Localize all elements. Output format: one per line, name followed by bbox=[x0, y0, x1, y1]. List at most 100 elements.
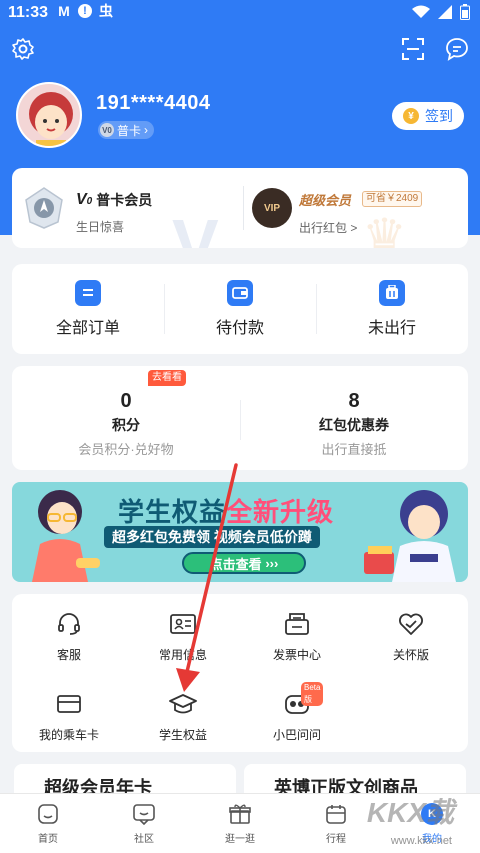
wallet-icon bbox=[227, 280, 253, 306]
orders-card: 全部订单 待付款 未出行 bbox=[12, 264, 468, 354]
tab-community[interactable]: 社区 bbox=[96, 794, 192, 853]
community-icon bbox=[132, 802, 156, 826]
coupons-subtitle: 出行直接抵 bbox=[321, 442, 387, 457]
not-traveled-button[interactable]: 未出行 bbox=[316, 264, 468, 354]
pending-payment-button[interactable]: 待付款 bbox=[164, 264, 316, 354]
tab-explore-label: 逛一逛 bbox=[225, 834, 255, 845]
standard-member-label: 普卡会员 bbox=[96, 192, 153, 208]
heart-icon bbox=[397, 610, 425, 638]
invoice-center-label: 发票中心 bbox=[272, 648, 321, 662]
scan-icon bbox=[402, 38, 424, 60]
gear-icon bbox=[12, 38, 34, 60]
assistant-label: 小巴问问 bbox=[272, 728, 321, 742]
banner-subtitle: 超多红包免费领 视频会员低价蹲 bbox=[104, 526, 320, 548]
student-benefits-banner[interactable]: 学生权益全新升级 超多红包免费领 视频会员低价蹲 点击查看 ››› bbox=[12, 482, 468, 582]
banner-title: 学生权益全新升级 bbox=[118, 497, 335, 527]
tab-explore[interactable]: 逛一逛 bbox=[192, 794, 288, 853]
gmail-icon: M bbox=[58, 3, 70, 19]
go-see-badge: 去看看 bbox=[148, 370, 186, 386]
graduation-cap-icon bbox=[169, 690, 197, 718]
points-value: 0 bbox=[120, 390, 132, 412]
vip-crown-icon: VIP bbox=[252, 188, 292, 228]
student-benefits-button[interactable]: 学生权益 bbox=[126, 690, 240, 743]
points-label: 积分 bbox=[112, 417, 140, 433]
v0-medal-icon bbox=[25, 187, 63, 229]
care-mode-button[interactable]: 关怀版 bbox=[354, 610, 468, 663]
card-icon bbox=[55, 690, 83, 718]
system-icons bbox=[412, 4, 470, 20]
tab-home-label: 首页 bbox=[38, 834, 58, 845]
points-card: 去看看 0 积分 会员积分·兑好物 8 红包优惠券 出行直接抵 bbox=[12, 366, 468, 470]
not-traveled-label: 未出行 bbox=[367, 320, 416, 337]
pending-payment-label: 待付款 bbox=[215, 320, 264, 337]
id-card-icon bbox=[169, 610, 197, 638]
common-info-button[interactable]: 常用信息 bbox=[126, 610, 240, 663]
invoice-icon bbox=[283, 610, 311, 638]
headset-icon bbox=[55, 610, 83, 638]
wifi-icon bbox=[412, 5, 430, 18]
coupons-label: 红包优惠券 bbox=[319, 417, 389, 433]
v0-badge-icon: V0 bbox=[100, 123, 114, 137]
assistant-button[interactable]: Beta版 小巴问问 bbox=[240, 682, 354, 743]
home-icon bbox=[36, 802, 60, 826]
savings-badge: 可省￥2409 bbox=[362, 191, 423, 207]
scan-button[interactable] bbox=[400, 36, 426, 62]
common-info-label: 常用信息 bbox=[158, 648, 207, 662]
checkin-button[interactable]: ¥ 签到 bbox=[392, 102, 464, 130]
divider bbox=[243, 186, 244, 230]
calendar-icon bbox=[324, 802, 348, 826]
transit-card-button[interactable]: 我的乘车卡 bbox=[12, 690, 126, 743]
robot-icon: Beta版 bbox=[283, 682, 324, 718]
student-benefits-label: 学生权益 bbox=[158, 728, 207, 742]
super-member-title: 超级会员 bbox=[299, 193, 352, 208]
chevron-right-icon: › bbox=[144, 123, 149, 137]
girl-illustration-icon bbox=[32, 490, 100, 582]
notification-icons: M ! 虫 bbox=[56, 3, 114, 19]
customer-service-button[interactable]: 客服 bbox=[12, 610, 126, 663]
banner-view-label: 点击查看 bbox=[209, 556, 262, 572]
v0-mark: V0 bbox=[76, 191, 93, 208]
checkin-label: 签到 bbox=[425, 108, 453, 124]
alert-icon: ! bbox=[78, 4, 92, 18]
settings-button[interactable] bbox=[10, 36, 36, 62]
gift-icon bbox=[228, 802, 252, 826]
status-time: 11:33 bbox=[8, 4, 49, 21]
member-level-tag[interactable]: V0 普卡 › bbox=[98, 121, 155, 139]
triple-chevron-icon: ››› bbox=[265, 555, 279, 571]
member-level-label: 普卡 bbox=[117, 123, 142, 138]
battery-icon bbox=[460, 4, 470, 20]
coupons-value: 8 bbox=[348, 390, 360, 412]
all-orders-button[interactable]: 全部订单 bbox=[12, 264, 164, 354]
luggage-icon bbox=[379, 280, 405, 306]
beta-badge: Beta版 bbox=[301, 682, 324, 706]
coin-icon: ¥ bbox=[403, 108, 419, 124]
crown-watermark-icon: ♛ bbox=[362, 209, 407, 248]
boy-illustration-icon bbox=[364, 490, 456, 582]
site-watermark: KKX载 bbox=[366, 797, 454, 828]
standard-member-title: V0 普卡会员 bbox=[76, 190, 152, 210]
bug-icon: 虫 bbox=[99, 3, 113, 19]
all-orders-label: 全部订单 bbox=[55, 320, 120, 337]
list-icon bbox=[75, 280, 101, 306]
banner-view-button[interactable]: 点击查看 ››› bbox=[182, 552, 306, 574]
member-card: V ♛ V0 普卡会员 生日惊喜 VIP 超级会员 可省￥2409 出行红包 > bbox=[12, 168, 468, 248]
care-mode-label: 关怀版 bbox=[392, 648, 429, 662]
message-button[interactable] bbox=[444, 36, 470, 62]
transit-card-label: 我的乘车卡 bbox=[38, 728, 99, 742]
user-phone: 191****4404 bbox=[96, 92, 211, 114]
signal-icon bbox=[438, 5, 452, 19]
customer-service-label: 客服 bbox=[56, 648, 81, 662]
watermark-url: www.kkx.net bbox=[390, 835, 452, 847]
avatar[interactable] bbox=[16, 82, 82, 148]
standard-member-benefit: 生日惊喜 bbox=[76, 220, 125, 234]
super-member-benefit: 出行红包 > bbox=[299, 221, 358, 235]
chat-bubble-icon bbox=[446, 38, 468, 61]
coupons-entry[interactable]: 8 红包优惠券 出行直接抵 bbox=[240, 366, 468, 470]
invoice-center-button[interactable]: 发票中心 bbox=[240, 610, 354, 663]
tab-community-label: 社区 bbox=[134, 834, 154, 845]
services-card: 客服 常用信息 发票中心 关怀版 我的乘车卡 学生权益 Beta版 小巴问问 bbox=[12, 594, 468, 752]
points-entry[interactable]: 去看看 0 积分 会员积分·兑好物 bbox=[12, 366, 240, 470]
tab-home[interactable]: 首页 bbox=[0, 794, 96, 853]
v-watermark: V bbox=[172, 205, 219, 248]
status-bar: 11:33 M ! 虫 bbox=[0, 0, 480, 26]
